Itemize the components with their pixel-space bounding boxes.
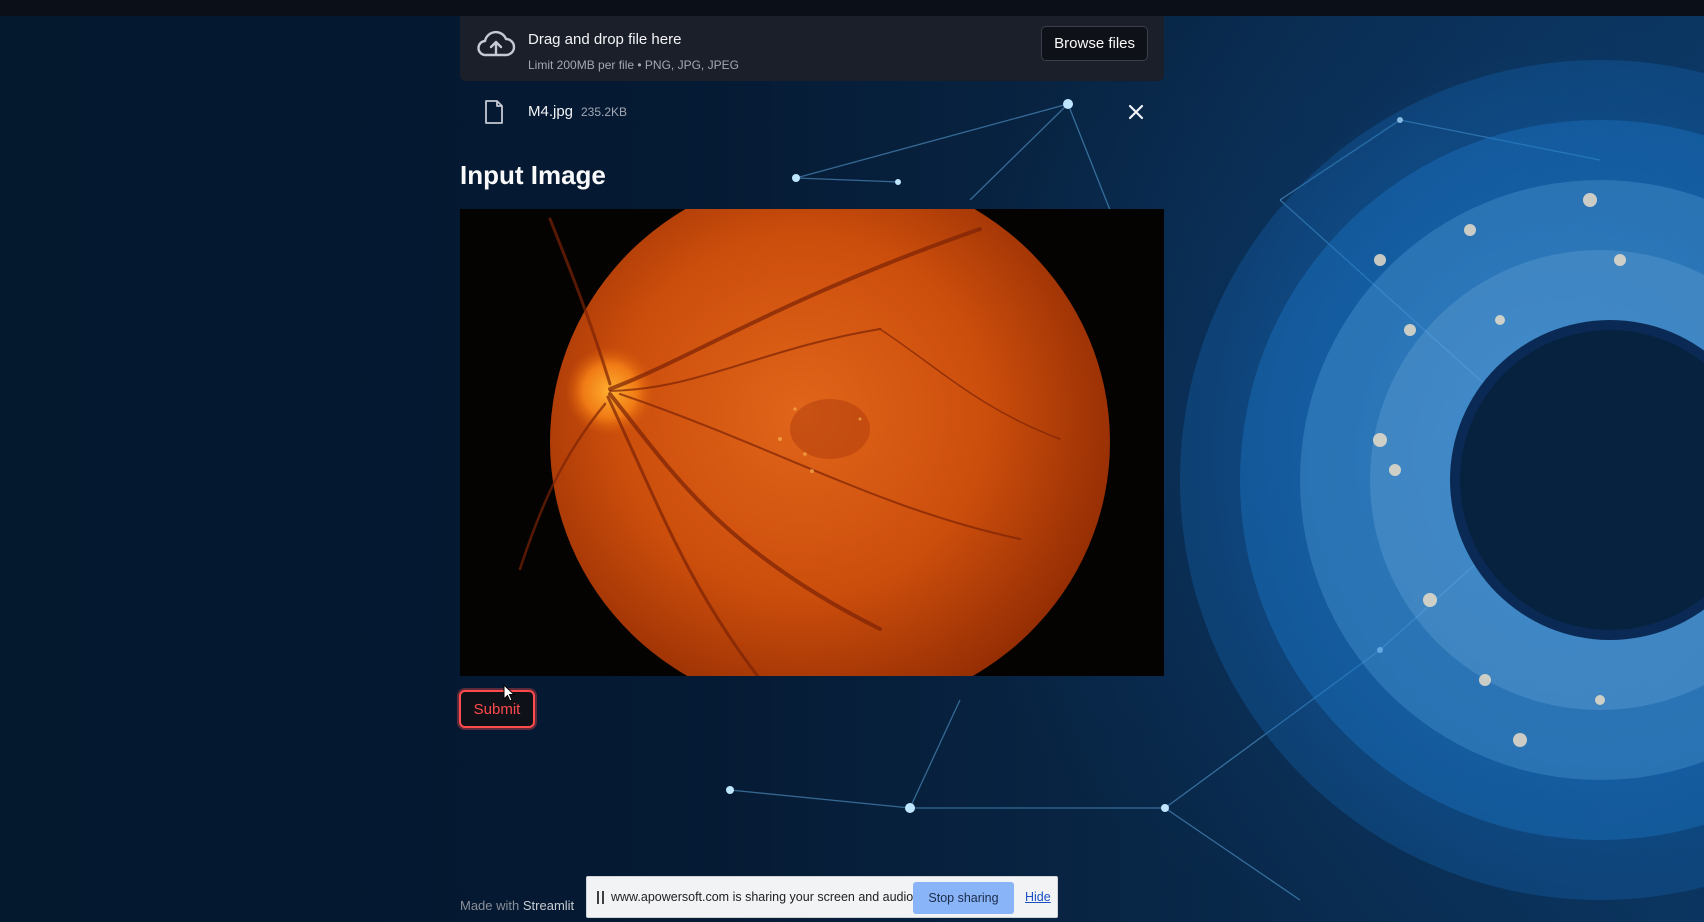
file-name: M4.jpg — [528, 103, 574, 120]
stop-sharing-button[interactable]: Stop sharing — [913, 882, 1014, 914]
footer-brand-link[interactable]: Streamlit — [523, 898, 574, 913]
browse-files-button[interactable]: Browse files — [1041, 26, 1148, 61]
screen-sharing-bar: www.apowersoft.com is sharing your scree… — [586, 876, 1058, 918]
file-dropzone[interactable]: Drag and drop file here Limit 200MB per … — [460, 16, 1164, 81]
streamlit-footer: Made with Streamlit — [460, 898, 574, 913]
pause-icon — [597, 891, 604, 904]
uploaded-file-row: M4.jpg 235.2KB — [460, 96, 1164, 128]
input-fundus-image — [460, 209, 1164, 676]
footer-made-with: Made with — [460, 898, 520, 913]
cloud-upload-icon — [477, 30, 516, 57]
remove-file-close-icon[interactable] — [1124, 100, 1148, 124]
dropzone-limit-text: Limit 200MB per file • PNG, JPG, JPEG — [528, 58, 739, 72]
sharing-message: www.apowersoft.com is sharing your scree… — [611, 890, 917, 904]
mouse-cursor-icon — [503, 684, 516, 702]
hide-link[interactable]: Hide — [1025, 890, 1051, 904]
input-image-heading: Input Image — [460, 160, 606, 190]
file-icon — [485, 100, 503, 124]
dropzone-title: Drag and drop file here — [528, 31, 682, 48]
top-bar — [0, 0, 1704, 16]
submit-button[interactable]: Submit — [459, 690, 535, 728]
file-size: 235.2KB — [581, 105, 628, 119]
